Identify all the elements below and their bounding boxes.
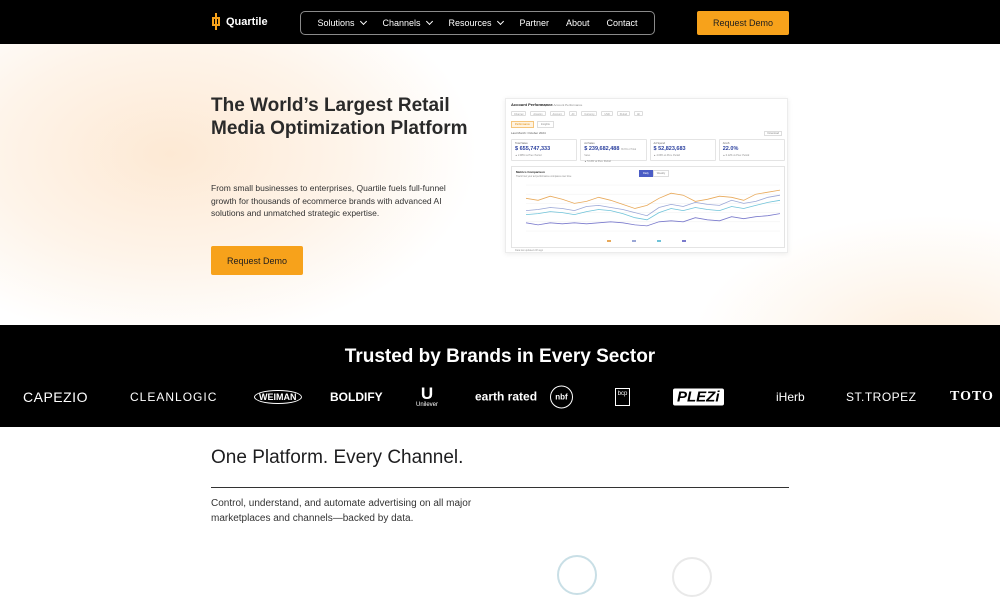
dashboard-tab: Performance bbox=[511, 121, 534, 128]
kpi-card: Ad Sales $ 239,682,488 36.6% of Total Sal… bbox=[580, 139, 647, 163]
chart-toggle: Daily Weekly bbox=[639, 170, 670, 177]
kpi-delta: ▲ 4.63% vs Prev. Period bbox=[653, 154, 681, 157]
menu-label: Channels bbox=[382, 18, 421, 28]
quartile-logo[interactable]: Quartile bbox=[211, 13, 268, 30]
nav-request-demo-button[interactable]: Request Demo bbox=[697, 11, 789, 35]
dashboard-tab: Insights bbox=[536, 121, 554, 128]
channel-circle-decoration bbox=[672, 557, 712, 597]
channels-heading: One Platform. Every Channel. bbox=[211, 447, 464, 468]
kpi-label: Ad Spend bbox=[653, 142, 665, 145]
channel-circle-decoration bbox=[557, 555, 597, 595]
brand-logo-boldify: BOLDIFY bbox=[330, 390, 383, 404]
brand-logo-strip: CAPEZIO CLEANLOGIC WEIMAN BOLDIFY U Unile… bbox=[0, 381, 1000, 413]
brands-section: Trusted by Brands in Every Sector CAPEZI… bbox=[0, 325, 1000, 427]
kpi-delta: ▲ 2.98% vs Prev. Period bbox=[515, 154, 542, 157]
menu-label: Partner bbox=[519, 18, 549, 28]
filter-chip: Period bbox=[616, 111, 630, 116]
kpi-row: Total Sales $ 655,747,333 ▲ 2.98% vs Prev… bbox=[511, 139, 785, 163]
chart-series-line-3 bbox=[525, 213, 781, 227]
hero-subtitle: From small businesses to enterprises, Qu… bbox=[211, 183, 446, 218]
menu-label: About bbox=[565, 18, 590, 28]
metrics-chart-card: Metrics Comparison Track how your ad per… bbox=[511, 166, 785, 248]
toggle-option: Daily bbox=[639, 170, 653, 177]
legend-swatch bbox=[657, 240, 661, 242]
menu-item-partner[interactable]: Partner bbox=[519, 18, 549, 28]
brand-logo-plezi: PLEZi bbox=[673, 388, 724, 406]
kpi-value: $ 239,682,488 36.6% of Total Sales bbox=[584, 146, 642, 158]
period-label: Last Month: October 2024 bbox=[511, 131, 546, 135]
chart-subtitle: Track how your ad performance compares o… bbox=[516, 175, 572, 178]
chevron-down-icon bbox=[496, 17, 504, 26]
kpi-label: Ad Sales bbox=[584, 142, 595, 145]
kpi-value-text: $ 52,823,683 bbox=[653, 146, 686, 152]
menu-item-about[interactable]: About bbox=[566, 18, 590, 28]
brand-logo-iherb: iHerb bbox=[776, 390, 805, 404]
dashboard-footer: Data last updated 24h ago bbox=[515, 249, 544, 252]
brand-logo-bcp: bcp bbox=[615, 388, 630, 406]
menu-label: Contact bbox=[606, 18, 638, 28]
brand-name: Quartile bbox=[226, 15, 268, 28]
brand-logo-toto: TOTO bbox=[950, 389, 994, 404]
chevron-down-icon bbox=[359, 17, 367, 26]
chart-title: Metrics Comparison bbox=[516, 170, 545, 174]
menu-label: Solutions bbox=[317, 18, 355, 28]
top-nav: Quartile Solutions Channels Resources Pa… bbox=[0, 0, 1000, 44]
unilever-wordmark: Unilever bbox=[416, 402, 439, 408]
toggle-option: Weekly bbox=[652, 170, 670, 177]
hero-section: The World’s Largest Retail Media Optimiz… bbox=[0, 44, 1000, 325]
hero-title: The World’s Largest Retail Media Optimiz… bbox=[211, 95, 468, 139]
kpi-card: Ad Spend $ 52,823,683 ▲ 4.63% vs Prev. Pe… bbox=[649, 139, 716, 161]
brand-logo-nbf: nbf bbox=[550, 385, 573, 409]
chart-series-line-0 bbox=[525, 189, 781, 209]
menu-item-channels[interactable]: Channels bbox=[382, 17, 433, 28]
kpi-value: $ 655,747,333 bbox=[515, 146, 573, 152]
channels-description: Control, understand, and automate advert… bbox=[211, 498, 472, 524]
menu-item-contact[interactable]: Contact bbox=[606, 18, 637, 28]
brands-heading: Trusted by Brands in Every Sector bbox=[344, 346, 656, 367]
legend-swatch bbox=[632, 240, 636, 242]
kpi-value: $ 52,823,683 bbox=[654, 146, 712, 152]
kpi-card: ACoS 22.0% ▲ 0.12% vs Prev. Period bbox=[718, 139, 785, 161]
legend-swatch bbox=[607, 240, 611, 242]
kpi-label: Total Sales bbox=[515, 142, 528, 145]
kpi-value: 22.0% bbox=[723, 146, 781, 152]
quartile-logo-icon bbox=[211, 13, 221, 30]
menu-item-solutions[interactable]: Solutions bbox=[317, 17, 367, 28]
dashboard-filters: Channel Amazon Account All Currency USD … bbox=[511, 111, 781, 117]
brand-logo-capezio: CAPEZIO bbox=[23, 389, 88, 405]
kpi-delta: ▲ 5.13% vs Prev. Period bbox=[584, 160, 611, 163]
main-menu: Solutions Channels Resources Partner Abo… bbox=[300, 11, 655, 35]
kpi-value-text: $ 239,682,488 bbox=[584, 146, 620, 152]
metrics-line-chart bbox=[525, 184, 781, 242]
filter-chip: All bbox=[568, 111, 578, 116]
kpi-value-text: 22.0% bbox=[722, 146, 739, 152]
filter-chip: Channel bbox=[511, 111, 527, 116]
brand-logo-unilever: U Unilever bbox=[416, 384, 439, 408]
download-label: Download bbox=[764, 131, 782, 136]
unilever-emblem-icon: U bbox=[420, 384, 434, 403]
dashboard-tabs: Performance Insights bbox=[511, 121, 554, 128]
hero-request-demo-button[interactable]: Request Demo bbox=[211, 246, 303, 275]
kpi-value-text: $ 655,747,333 bbox=[515, 146, 551, 152]
filter-chip: Currency bbox=[581, 111, 598, 116]
menu-label: Resources bbox=[448, 18, 492, 28]
filter-chip: USD bbox=[601, 111, 613, 116]
legend-swatch bbox=[682, 240, 686, 242]
brand-logo-st-tropez: ST.TROPEZ bbox=[846, 390, 917, 404]
brand-logo-earth-rated: earth rated bbox=[475, 389, 538, 404]
filter-chip: Amazon bbox=[530, 111, 546, 116]
kpi-card: Total Sales $ 655,747,333 ▲ 2.98% vs Prev… bbox=[511, 139, 578, 161]
brand-logo-cleanlogic: CLEANLOGIC bbox=[130, 390, 218, 404]
menu-item-resources[interactable]: Resources bbox=[448, 17, 504, 28]
filter-chip: Account bbox=[549, 111, 565, 116]
filter-chip: All bbox=[634, 111, 643, 116]
kpi-delta: ▲ 0.12% vs Prev. Period bbox=[722, 154, 750, 157]
brand-logo-weiman: WEIMAN bbox=[254, 390, 302, 404]
dashboard-screenshot: Account Performance Analytics › Account … bbox=[505, 98, 788, 253]
kpi-label: ACoS bbox=[722, 142, 730, 145]
section-divider bbox=[211, 487, 789, 488]
dashboard-breadcrumb: Analytics › Account Performance bbox=[539, 102, 583, 107]
channels-section: One Platform. Every Channel. Control, un… bbox=[0, 427, 1000, 597]
chevron-down-icon bbox=[425, 17, 433, 26]
